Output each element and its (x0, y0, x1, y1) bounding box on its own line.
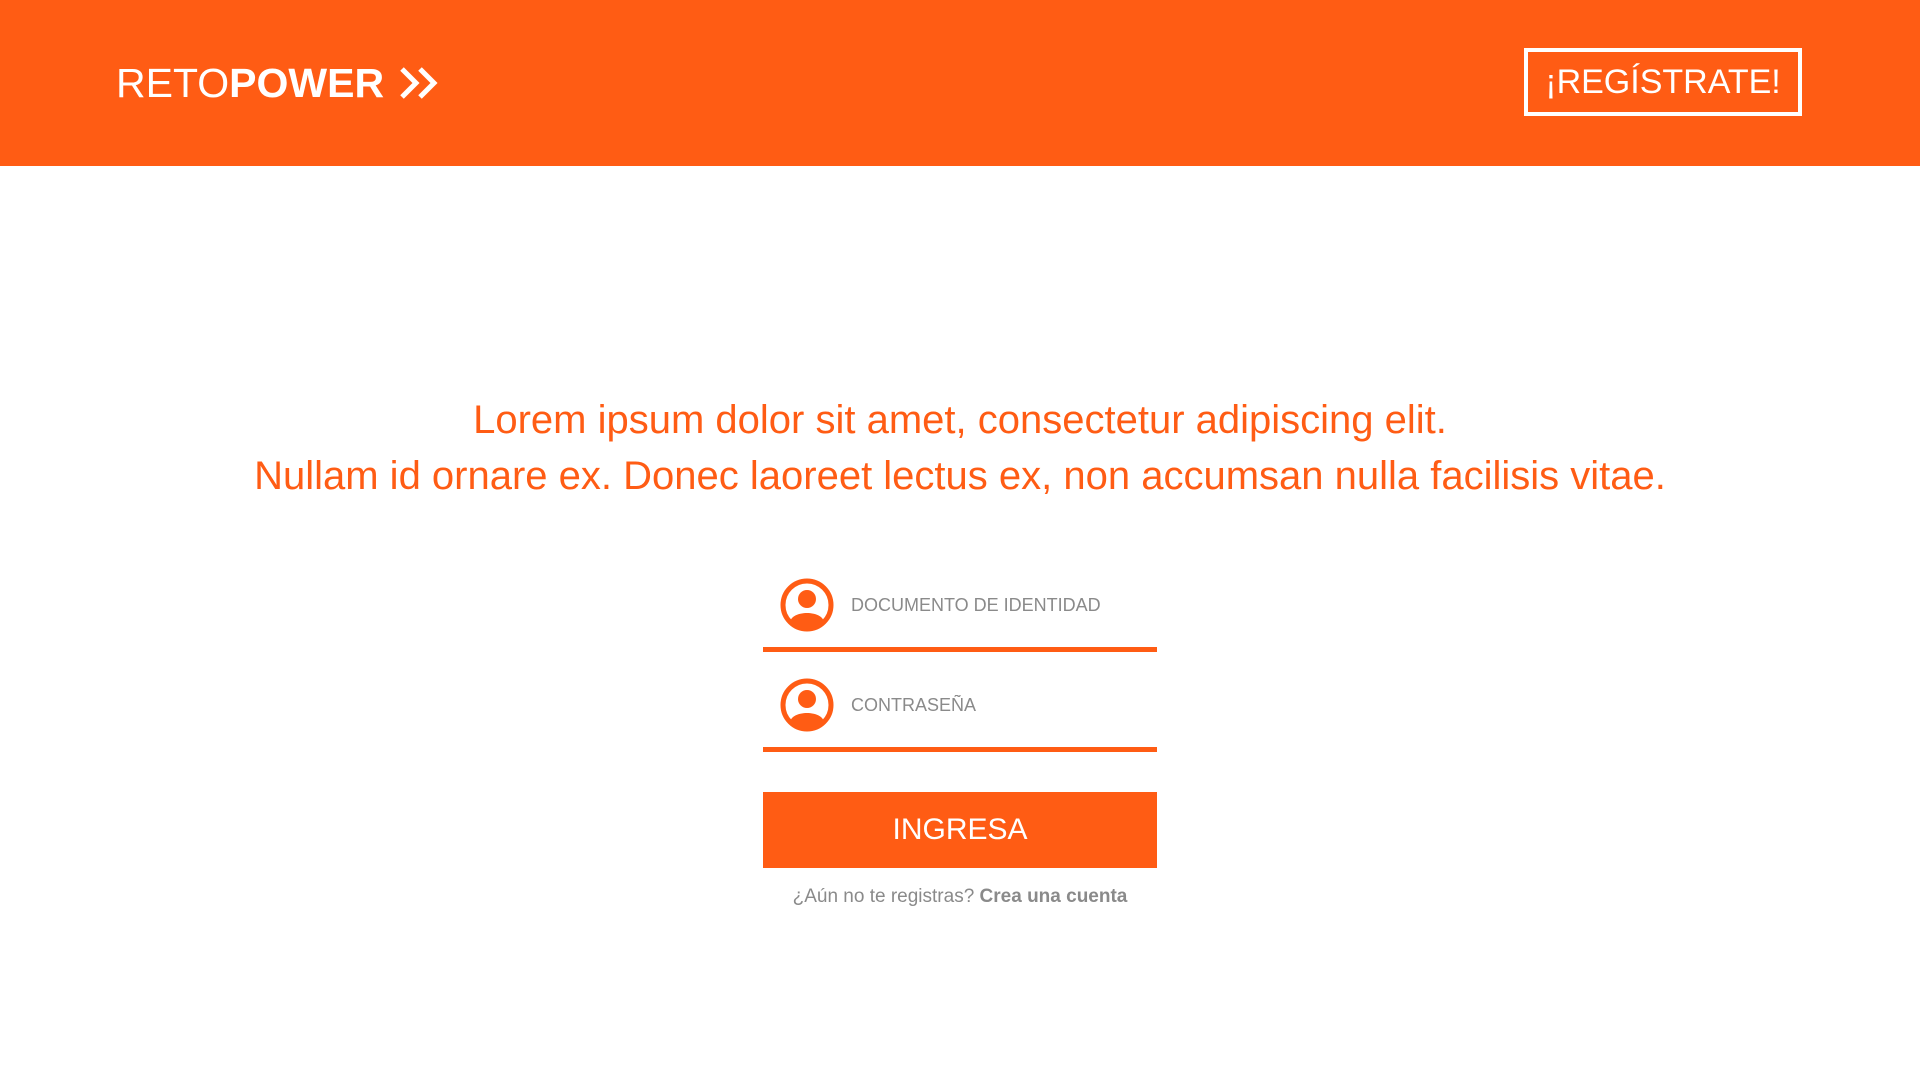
register-button[interactable]: ¡REGÍSTRATE! (1524, 48, 1802, 116)
tagline-line-1: Lorem ipsum dolor sit amet, consectetur … (473, 398, 1447, 442)
signup-prompt: ¿Aún no te registras? Crea una cuenta (763, 886, 1157, 908)
double-chevron-right-icon (400, 67, 438, 99)
tagline: Lorem ipsum dolor sit amet, consectetur … (0, 392, 1920, 504)
tagline-line-2: Nullam id ornare ex. Donec laoreet lectu… (254, 454, 1666, 498)
password-input[interactable] (851, 678, 1151, 732)
login-submit-button[interactable]: INGRESA (763, 792, 1157, 868)
document-id-input[interactable] (851, 578, 1151, 632)
header-bar: RETO POWER ¡REGÍSTRATE! (0, 0, 1920, 166)
user-icon (780, 578, 834, 632)
logo-text-light: RETO (116, 59, 230, 106)
create-account-link[interactable]: Crea una cuenta (980, 886, 1128, 907)
document-id-field[interactable] (763, 578, 1157, 652)
signup-prompt-text: ¿Aún no te registras? (792, 886, 975, 907)
password-field[interactable] (763, 678, 1157, 752)
brand-logo[interactable]: RETO POWER (116, 58, 444, 108)
logo-text-bold: POWER (229, 59, 385, 106)
user-icon (780, 678, 834, 732)
